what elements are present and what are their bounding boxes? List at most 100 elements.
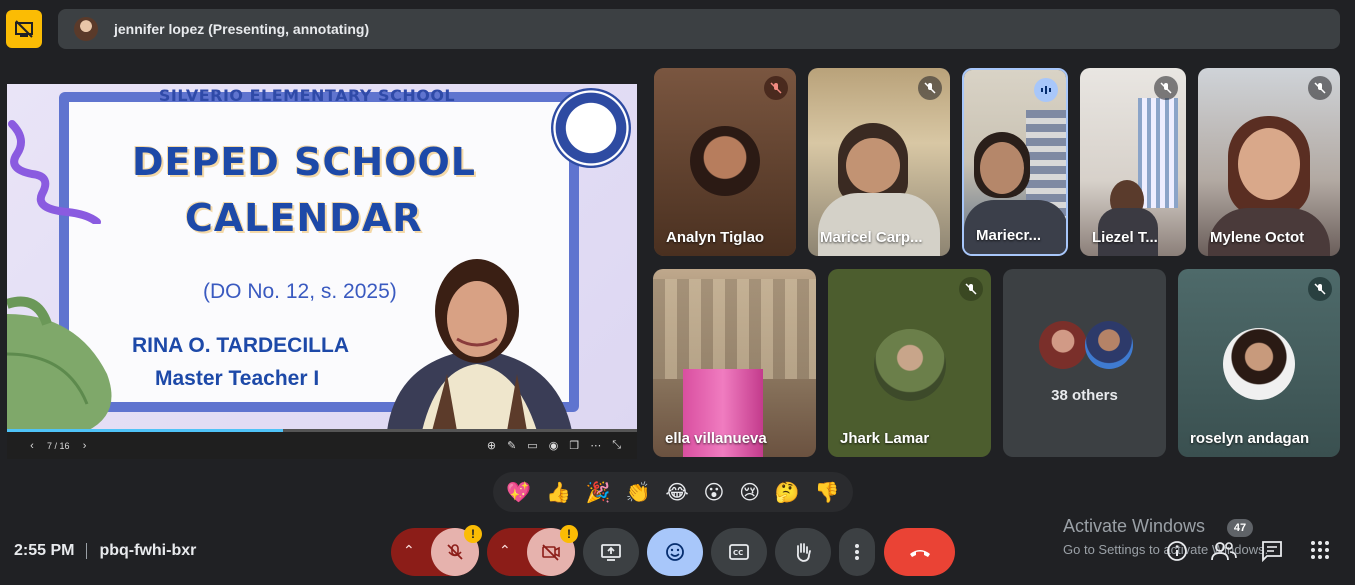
camera-warning-icon: !: [560, 525, 578, 543]
hide-presentation-icon: [15, 20, 33, 38]
participant-tile[interactable]: Liezel T...: [1080, 68, 1186, 256]
mic-control-group: ⌃ !: [391, 525, 482, 576]
activities-icon: [1311, 541, 1329, 559]
mic-off-icon: [918, 76, 942, 100]
participant-name: Maricel Carp...: [820, 229, 923, 246]
meeting-details-button[interactable]: [1166, 540, 1188, 567]
chat-button[interactable]: [1261, 540, 1283, 567]
people-count-badge: 47: [1227, 519, 1253, 537]
reaction-laugh[interactable]: 😂: [665, 480, 688, 504]
participant-tile[interactable]: Jhark Lamar: [828, 269, 991, 457]
activities-button[interactable]: [1310, 540, 1330, 565]
captions-icon: CC: [729, 544, 749, 560]
svg-text:CC: CC: [733, 549, 743, 557]
mic-warning-icon: !: [464, 525, 482, 543]
participant-name: Analyn Tiglao: [666, 229, 765, 246]
participant-name: Jhark Lamar: [840, 430, 930, 447]
present-screen-button[interactable]: [583, 528, 639, 576]
reaction-clap[interactable]: 👏: [626, 480, 651, 504]
current-time: 2:55 PM: [14, 542, 75, 559]
participant-name: ella villanueva: [665, 430, 767, 447]
school-seal-logo: [551, 88, 631, 168]
exit-fullscreen-icon[interactable]: ⤡: [612, 439, 621, 452]
reactions-button[interactable]: [647, 528, 703, 576]
reaction-surprised[interactable]: 😮: [704, 480, 725, 504]
participant-name: Liezel T...: [1092, 229, 1158, 246]
mic-off-icon: [447, 544, 463, 560]
next-slide-button[interactable]: ›: [78, 440, 92, 452]
slide-page-indicator: 7 / 16: [47, 440, 70, 451]
participant-tile[interactable]: Mylene Octot: [1198, 68, 1340, 256]
end-call-icon: [909, 550, 930, 557]
reaction-thumbs-up[interactable]: 👍: [546, 480, 571, 504]
decorative-squiggle: [8, 120, 101, 224]
hide-presentation-button[interactable]: [6, 10, 42, 48]
more-options-icon: [855, 544, 859, 560]
pen-icon[interactable]: ✎: [507, 439, 516, 452]
presenter-status: jennifer lopez (Presenting, annotating): [114, 21, 370, 37]
more-icon[interactable]: ⋯: [590, 439, 601, 452]
present-screen-icon: [601, 544, 621, 561]
participant-tile[interactable]: Maricel Carp...: [808, 68, 950, 256]
speaking-indicator-icon: [1034, 78, 1058, 102]
mic-off-icon: [1308, 76, 1332, 100]
others-tile[interactable]: 38 others: [1003, 269, 1166, 457]
captions-button[interactable]: CC: [711, 528, 767, 576]
participant-name: Mariecr...: [976, 227, 1042, 244]
participant-avatar: [690, 126, 760, 196]
mic-off-icon: [1154, 76, 1178, 100]
chevron-up-icon[interactable]: ⌃: [499, 542, 511, 559]
more-options-button[interactable]: [839, 528, 875, 576]
participant-tile[interactable]: Analyn Tiglao: [654, 68, 796, 256]
school-name: SILVERIO ELEMENTARY SCHOOL: [158, 86, 456, 105]
chat-icon: [1262, 541, 1282, 563]
participant-avatar: [1223, 328, 1295, 400]
people-icon: [1211, 542, 1237, 561]
slide-title-line1: DEPED SCHOOL: [132, 140, 476, 184]
meeting-code: pbq-fwhi-bxr: [99, 542, 197, 559]
reaction-sad[interactable]: 😢: [739, 480, 760, 504]
mic-off-icon: [764, 76, 788, 100]
participant-name: roselyn andagan: [1190, 430, 1310, 447]
presenter-bar: jennifer lopez (Presenting, annotating): [58, 9, 1340, 49]
reactions-bar: 💖 👍 🎉 👏 😂 😮 😢 🤔 👎: [493, 472, 853, 512]
others-count: 38 others: [1051, 387, 1118, 404]
slide-title-line2: CALENDAR: [185, 196, 423, 240]
people-button[interactable]: [1211, 540, 1237, 567]
info-icon: [1167, 541, 1187, 561]
chevron-up-icon[interactable]: ⌃: [403, 542, 415, 559]
slide-order-number: (DO No. 12, s. 2025): [203, 280, 397, 303]
reaction-thinking[interactable]: 🤔: [775, 480, 800, 504]
slide-presenter-name: RINA O. TARDECILLA: [132, 334, 349, 357]
screen-icon[interactable]: ❐: [569, 439, 579, 452]
participant-tile-speaking[interactable]: Mariecr...: [962, 68, 1068, 256]
presenter-avatar: [74, 17, 98, 41]
camera-off-icon: [542, 544, 560, 561]
meeting-info: 2:55 PM pbq-fwhi-bxr: [14, 542, 196, 560]
emoji-icon: [666, 543, 684, 561]
prev-slide-button[interactable]: ‹: [25, 440, 39, 452]
slide-presenter-role: Master Teacher I: [155, 367, 320, 390]
participant-avatar: [1039, 321, 1087, 369]
raise-hand-icon: [796, 543, 811, 562]
pointer-icon[interactable]: ◉: [549, 439, 559, 452]
participant-avatar: [874, 329, 946, 401]
participant-avatar: [1085, 321, 1133, 369]
reaction-thumbs-down[interactable]: 👎: [815, 480, 840, 504]
zoom-icon[interactable]: ⊕: [487, 439, 496, 452]
mic-off-icon: [1308, 277, 1332, 301]
participant-tile[interactable]: ella villanueva: [653, 269, 816, 457]
decorative-leaf: [7, 296, 112, 431]
reaction-party[interactable]: 🎉: [586, 480, 611, 504]
participant-name: Mylene Octot: [1210, 229, 1305, 246]
presenter-photo: [387, 259, 572, 431]
presentation-slide[interactable]: SILVERIO ELEMENTARY SCHOOL DEPED SCHOOL …: [7, 84, 637, 431]
mic-off-icon: [959, 277, 983, 301]
reaction-heart[interactable]: 💖: [506, 480, 531, 504]
end-call-button[interactable]: [884, 528, 955, 576]
participant-tile[interactable]: roselyn andagan: [1178, 269, 1340, 457]
slide-controls: ‹ 7 / 16 › ⊕ ✎ ▭ ◉ ❐ ⋯ ⤡: [7, 432, 637, 459]
caption-icon[interactable]: ▭: [527, 439, 537, 452]
raise-hand-button[interactable]: [775, 528, 831, 576]
camera-control-group: ⌃ !: [487, 525, 578, 576]
